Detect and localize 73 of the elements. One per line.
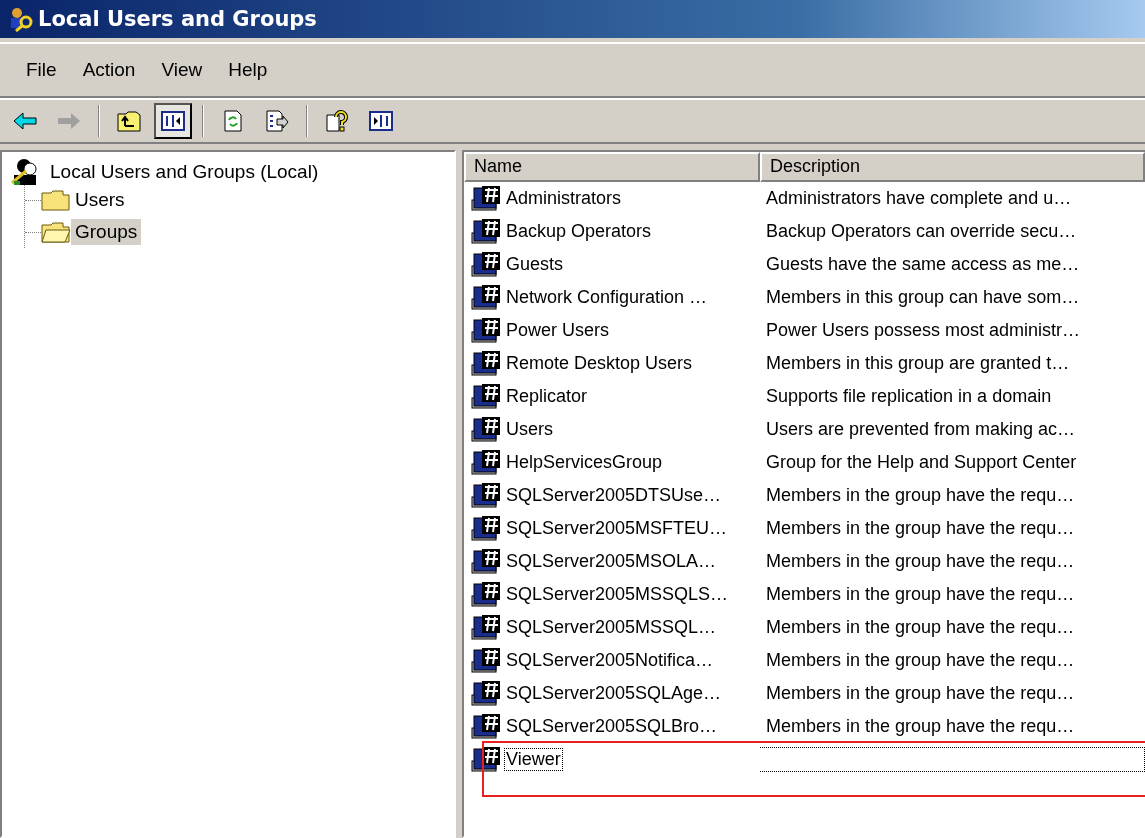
group-icon	[470, 513, 502, 544]
group-icon	[470, 645, 502, 676]
group-description: Members in the group have the requ…	[765, 584, 1075, 605]
group-description: Members in the group have the requ…	[765, 716, 1075, 737]
group-description: Members in the group have the requ…	[765, 485, 1075, 506]
group-icon	[470, 678, 502, 709]
group-icon	[470, 216, 502, 247]
group-icon	[470, 315, 502, 346]
tree-pane-icon	[160, 109, 186, 133]
group-description: Group for the Help and Support Center	[765, 452, 1077, 473]
group-icon	[470, 546, 502, 577]
group-icon	[470, 282, 502, 313]
group-description: Members in this group are granted t…	[765, 353, 1070, 374]
window-title: Local Users and Groups	[38, 7, 317, 31]
group-description: Members in the group have the requ…	[765, 650, 1075, 671]
tree-item[interactable]: Groups	[71, 219, 142, 245]
group-icon	[470, 579, 502, 610]
group-name[interactable]: Viewer	[504, 748, 563, 771]
group-name[interactable]: Guests	[504, 253, 566, 276]
group-icon	[470, 612, 502, 643]
menu-item[interactable]: Action	[72, 55, 146, 85]
group-description: Backup Operators can override secu…	[765, 221, 1077, 242]
group-description: Members in the group have the requ…	[765, 518, 1075, 539]
group-name[interactable]: Network Configuration …	[504, 286, 710, 309]
group-icon	[470, 711, 502, 742]
menu-item[interactable]: Help	[218, 55, 278, 85]
group-name[interactable]: Backup Operators	[504, 220, 654, 243]
action-pane-icon	[368, 109, 394, 133]
back-arrow-icon	[12, 109, 38, 133]
group-description: Users are prevented from making ac…	[765, 419, 1076, 440]
group-name[interactable]: Power Users	[504, 319, 612, 342]
folder-icon	[41, 188, 71, 212]
group-description: Supports file replication in a domain	[765, 386, 1052, 407]
tree-item[interactable]: Users	[71, 187, 129, 213]
group-description: Members in the group have the requ…	[765, 551, 1075, 572]
help-icon	[324, 109, 350, 133]
tree-item[interactable]: Local Users and Groups (Local)	[46, 159, 323, 185]
group-description: Guests have the same access as me…	[765, 254, 1080, 275]
group-name[interactable]: Users	[504, 418, 555, 441]
up-folder-icon	[116, 109, 142, 133]
group-name[interactable]: Remote Desktop Users	[504, 352, 695, 375]
group-name[interactable]: Replicator	[504, 385, 590, 408]
menu-item[interactable]: File	[16, 55, 67, 85]
group-icon	[470, 480, 502, 511]
group-name[interactable]: SQLServer2005SQLBro…	[504, 715, 720, 738]
group-name[interactable]: HelpServicesGroup	[504, 451, 665, 474]
column-header[interactable]: Description	[760, 152, 1145, 182]
group-name[interactable]: SQLServer2005Notifica…	[504, 649, 716, 672]
group-description: Members in the group have the requ…	[765, 617, 1075, 638]
group-icon	[470, 381, 502, 412]
group-icon	[470, 414, 502, 445]
export-list-icon	[264, 109, 290, 133]
open-folder-icon	[41, 220, 71, 244]
menu-item[interactable]: View	[151, 55, 213, 85]
group-icon	[470, 183, 502, 214]
group-description: Administrators have complete and u…	[765, 188, 1072, 209]
group-name[interactable]: SQLServer2005MSOLA…	[504, 550, 719, 573]
group-icon	[470, 249, 502, 280]
column-header[interactable]: Name	[464, 152, 760, 182]
group-icon	[470, 348, 502, 379]
group-name[interactable]: SQLServer2005DTSUse…	[504, 484, 724, 507]
group-icon	[470, 447, 502, 478]
toolbar-button[interactable]	[154, 103, 192, 139]
group-icon	[470, 744, 502, 775]
group-name[interactable]: SQLServer2005MSSQLS…	[504, 583, 731, 606]
users-key-icon	[8, 6, 34, 32]
group-name[interactable]: Administrators	[504, 187, 624, 210]
group-description: Members in the group have the requ…	[765, 683, 1075, 704]
group-description: Power Users possess most administr…	[765, 320, 1081, 341]
group-name[interactable]: SQLServer2005MSSQL…	[504, 616, 719, 639]
group-description: Members in this group can have som…	[765, 287, 1080, 308]
group-name[interactable]: SQLServer2005SQLAge…	[504, 682, 724, 705]
group-name[interactable]: SQLServer2005MSFTEU…	[504, 517, 730, 540]
